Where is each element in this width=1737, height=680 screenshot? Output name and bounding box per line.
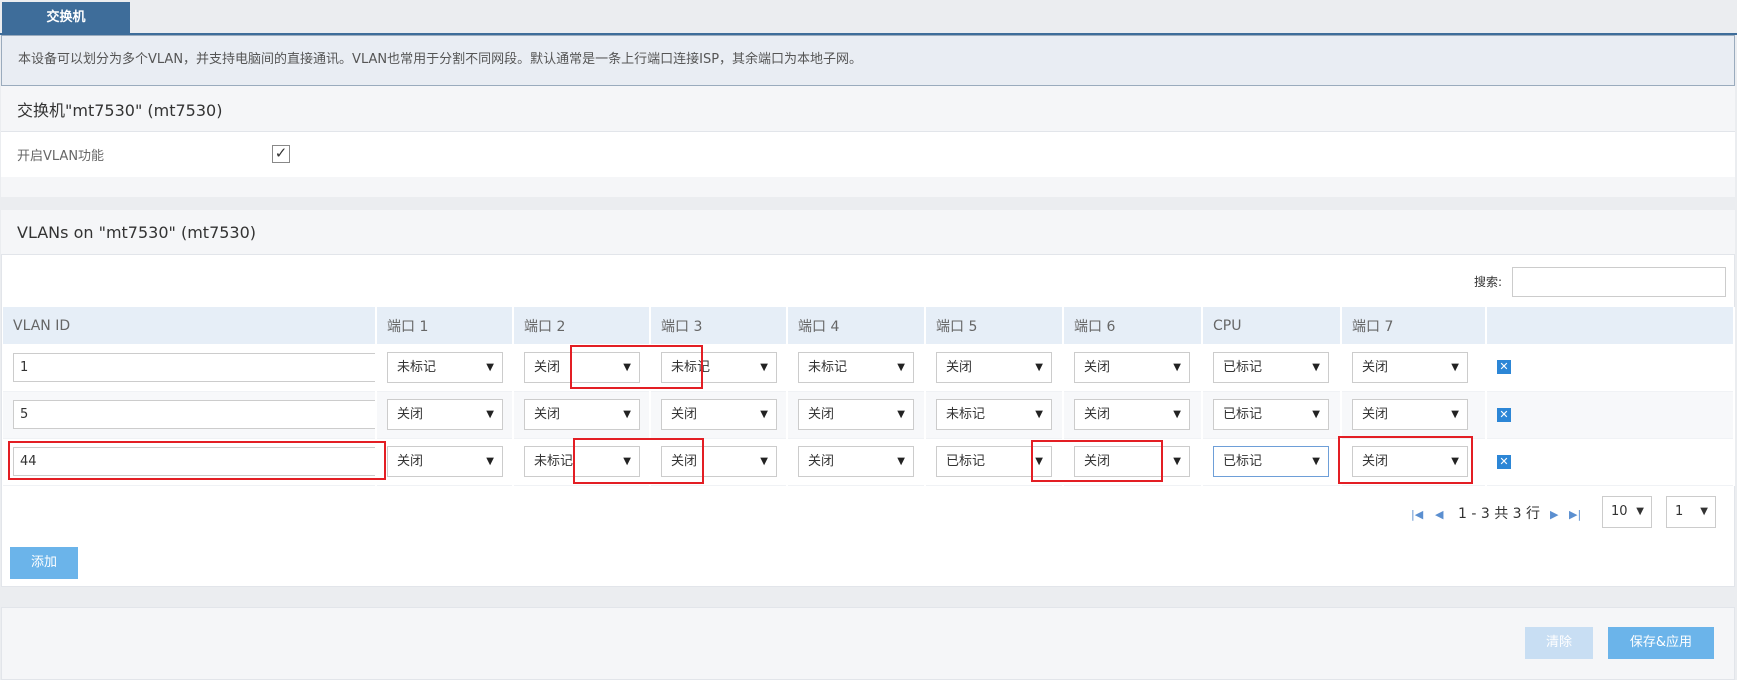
dropdown-arrow-icon: ▼ (1035, 409, 1043, 420)
vlan-id-input[interactable]: 5 (13, 400, 379, 429)
port-select[interactable]: 关闭 ▼ (1074, 399, 1190, 430)
next-page-icon[interactable]: ▶ (1550, 508, 1558, 521)
prev-page-icon[interactable]: ◀ (1435, 508, 1443, 521)
cpu-select[interactable]: 已标记 ▼ (1213, 351, 1329, 383)
dropdown-arrow-icon: ▼ (897, 456, 905, 467)
dropdown-arrow-icon: ▼ (897, 409, 905, 420)
port-select[interactable]: 未标记 ▼ (798, 351, 914, 383)
delete-row-icon[interactable]: ✕ (1497, 407, 1511, 422)
table-header-row: VLAN ID 端口 1 端口 2 端口 3 端口 4 端口 5 端口 6 CP… (3, 307, 1735, 344)
port-select[interactable]: 关闭 ▼ (798, 446, 914, 477)
port-select[interactable]: 未标记 ▼ (936, 399, 1052, 430)
footer-bar (1, 607, 1735, 680)
first-page-icon[interactable]: |◀ (1411, 508, 1423, 521)
port-select[interactable]: 关闭 ▼ (1074, 351, 1190, 383)
highlight-box (570, 345, 703, 389)
vlan-id-input[interactable]: 1 (13, 352, 379, 382)
vlans-section-header (1, 210, 1735, 255)
port-select[interactable]: 关闭 ▼ (524, 399, 640, 430)
cpu-select[interactable]: 已标记 ▼ (1213, 399, 1329, 430)
highlight-box (8, 441, 386, 480)
dropdown-arrow-icon: ▼ (1312, 409, 1320, 420)
col-header-port6: 端口 6 (1063, 307, 1203, 344)
enable-vlan-label: 开启VLAN功能 (17, 149, 105, 164)
add-button[interactable]: 添加 (10, 547, 78, 579)
dropdown-arrow-icon: ▼ (760, 456, 768, 467)
dropdown-arrow-icon: ▼ (760, 409, 768, 420)
port-select[interactable]: 关闭 ▼ (1352, 351, 1468, 383)
port-select[interactable]: 关闭 ▼ (661, 399, 777, 430)
port-select[interactable]: 关闭 ▼ (798, 399, 914, 430)
dropdown-arrow-icon: ▼ (897, 361, 905, 373)
dropdown-arrow-icon: ▼ (486, 361, 494, 373)
col-header-port2: 端口 2 (513, 307, 651, 344)
vlans-section-title: VLANs on "mt7530" (mt7530) (17, 223, 257, 242)
dropdown-arrow-icon: ▼ (1312, 456, 1320, 467)
dropdown-arrow-icon: ▼ (1700, 506, 1708, 517)
highlight-box (1338, 436, 1473, 484)
dropdown-arrow-icon: ▼ (486, 456, 494, 467)
table-row: 1 未标记 ▼ 关闭 ▼ 未标记 ▼ 未标记 ▼ 关闭 ▼ 关闭 ▼ 已标记 ▼ 关闭 ▼ ✕ (3, 344, 1735, 391)
delete-row-icon[interactable]: ✕ (1497, 360, 1511, 375)
info-banner: 本设备可以划分为多个VLAN，并支持电脑间的直接通讯。VLAN也常用于分割不同网… (1, 35, 1735, 86)
page-select[interactable]: 1 ▼ (1666, 496, 1716, 528)
dropdown-arrow-icon: ▼ (1173, 456, 1181, 467)
clear-button[interactable]: 清除 (1525, 627, 1593, 659)
col-header-port5: 端口 5 (925, 307, 1064, 344)
col-header-port7: 端口 7 (1341, 307, 1487, 344)
col-header-actions (1486, 307, 1735, 344)
tab-switch[interactable]: 交换机 (2, 2, 130, 33)
port-select[interactable]: 关闭 ▼ (936, 351, 1052, 383)
port-select[interactable]: 未标记 ▼ (387, 351, 503, 383)
port-select[interactable]: 关闭 ▼ (387, 399, 503, 430)
dropdown-arrow-icon: ▼ (1451, 361, 1459, 373)
highlight-box (1031, 440, 1163, 482)
port-select[interactable]: 关闭 ▼ (1352, 399, 1468, 430)
port-select[interactable]: 关闭 ▼ (387, 446, 503, 477)
dropdown-arrow-icon: ▼ (486, 409, 494, 420)
dropdown-arrow-icon: ▼ (1035, 361, 1043, 373)
search-input[interactable] (1512, 267, 1726, 297)
col-header-port3: 端口 3 (650, 307, 788, 344)
highlight-box (573, 438, 704, 484)
delete-row-icon[interactable]: ✕ (1497, 454, 1511, 469)
col-header-vlan-id: VLAN ID (3, 307, 377, 344)
enable-vlan-checkbox[interactable]: ✓ (272, 145, 290, 163)
dropdown-arrow-icon: ▼ (623, 409, 631, 420)
col-header-port1: 端口 1 (376, 307, 514, 344)
pagination-summary: 1 - 3 共 3 行 (1458, 506, 1541, 522)
col-header-port4: 端口 4 (787, 307, 926, 344)
dropdown-arrow-icon: ▼ (1173, 409, 1181, 420)
dropdown-arrow-icon: ▼ (760, 361, 768, 373)
table-row: 5 关闭 ▼ 关闭 ▼ 关闭 ▼ 关闭 ▼ 未标记 ▼ 关闭 ▼ 已标记 ▼ 关闭 ▼ ✕ (3, 391, 1735, 438)
switch-section-title: 交换机"mt7530" (mt7530) (17, 101, 223, 120)
dropdown-arrow-icon: ▼ (1173, 361, 1181, 373)
search-label: 搜索: (1474, 275, 1503, 289)
cpu-select[interactable]: 已标记 ▼ (1213, 446, 1329, 477)
page-size-select[interactable]: 10 ▼ (1602, 496, 1652, 528)
enable-vlan-row (1, 132, 1735, 177)
last-page-icon[interactable]: ▶| (1569, 508, 1581, 521)
save-apply-button[interactable]: 保存&应用 (1608, 627, 1714, 659)
dropdown-arrow-icon: ▼ (1451, 409, 1459, 420)
col-header-cpu: CPU (1202, 307, 1342, 344)
dropdown-arrow-icon: ▼ (1636, 506, 1644, 517)
dropdown-arrow-icon: ▼ (1312, 361, 1320, 373)
